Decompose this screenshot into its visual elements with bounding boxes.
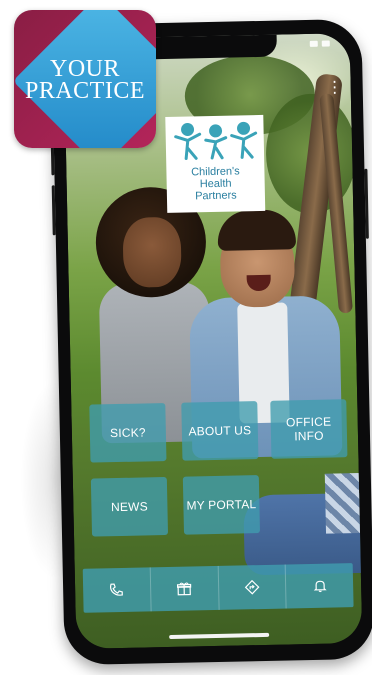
practice-name-line: Children's <box>191 165 240 179</box>
badge-title-line: PRACTICE <box>24 78 145 104</box>
practice-logo: Children's Health Partners <box>165 114 266 213</box>
battery-icon <box>321 40 330 47</box>
news-button[interactable]: NEWS <box>90 476 169 537</box>
boy-hair <box>217 209 297 251</box>
sick-button[interactable]: SICK? <box>89 403 167 463</box>
practice-name: Children's Health Partners <box>191 165 240 202</box>
tab-phone[interactable] <box>83 567 151 612</box>
home-indicator <box>169 632 270 639</box>
plaid-shirt <box>324 472 361 534</box>
about-us-button[interactable]: ABOUT US <box>181 401 259 461</box>
status-icons <box>309 40 330 47</box>
phone-icon <box>110 583 124 596</box>
bell-icon <box>313 580 327 593</box>
badge-title: YOUR PRACTICE <box>14 56 156 104</box>
office-info-button[interactable]: OFFICE INFO <box>270 399 348 459</box>
phone-side-button <box>50 145 55 176</box>
tab-notifications[interactable] <box>284 563 354 609</box>
your-practice-badge: YOUR PRACTICE <box>14 10 156 148</box>
practice-name-line: Partners <box>195 189 237 203</box>
badge-title-line: YOUR <box>49 56 120 82</box>
directions-icon <box>244 579 260 595</box>
practice-name-line: Health <box>199 177 232 191</box>
phone-notch <box>136 34 278 60</box>
bottom-tab-bar <box>82 563 354 613</box>
phone-side-button <box>364 168 369 239</box>
gift-icon <box>177 582 192 596</box>
children-figures-icon <box>174 121 258 161</box>
more-menu-icon[interactable]: ⋮ <box>327 79 343 96</box>
tab-gift[interactable] <box>149 565 219 612</box>
my-portal-button[interactable]: MY PORTAL <box>182 475 261 535</box>
phone-side-button <box>51 185 56 236</box>
wifi-icon <box>309 40 318 47</box>
girl-face <box>122 216 182 288</box>
tab-directions[interactable] <box>217 564 286 610</box>
